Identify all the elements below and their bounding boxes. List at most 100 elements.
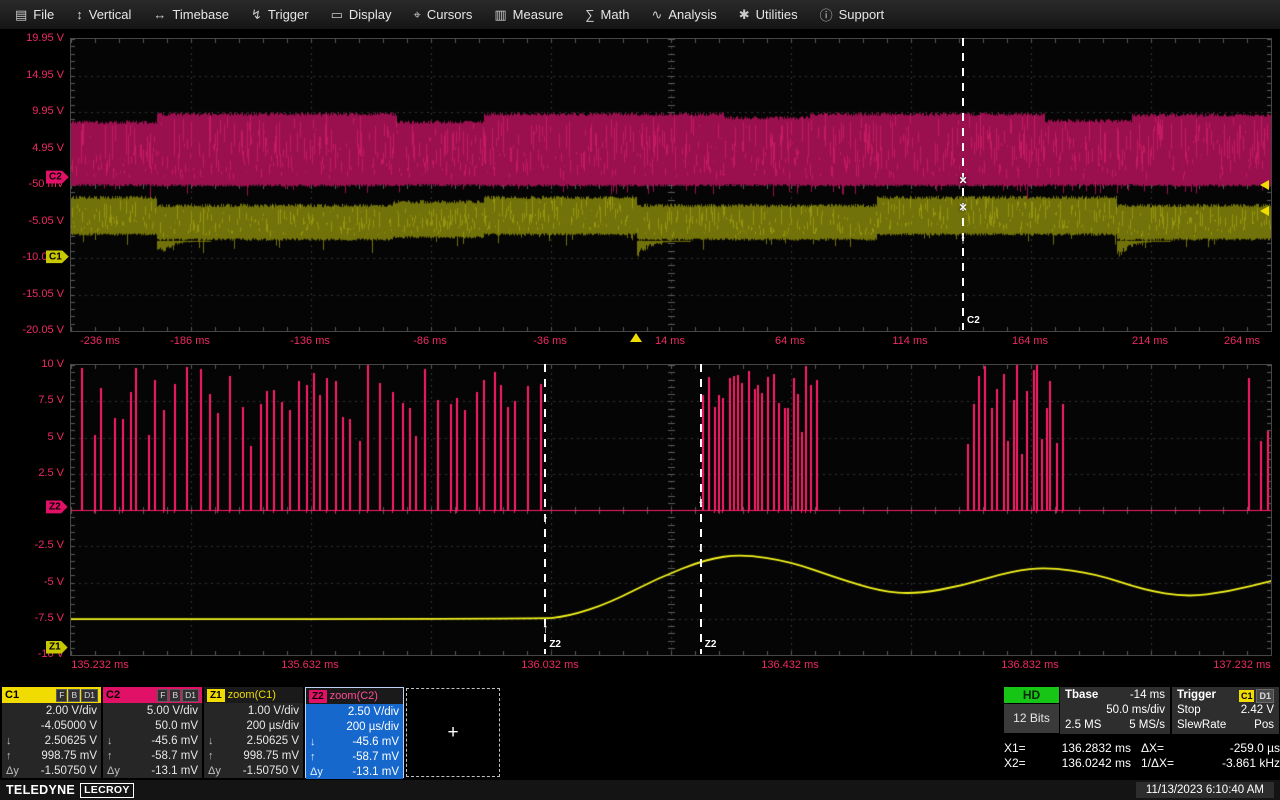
menu-item-vertical[interactable]: ↕Vertical <box>65 2 142 27</box>
utilities-icon: ✱ <box>739 7 750 23</box>
delta-y-label: Δy <box>310 766 323 778</box>
z2-delta-y-value: -13.1 mV <box>352 766 399 778</box>
menu-item-measure[interactable]: ▥Measure <box>483 2 574 28</box>
y-axis-label: 5 V <box>0 431 64 443</box>
z1-source: zoom(C1) <box>228 689 276 701</box>
timebase-box[interactable]: Tbase-14 ms 50.0 ms/div 2.5 MS5 MS/s <box>1060 687 1170 734</box>
x-axis-label: 136.432 ms <box>761 659 818 671</box>
cursor-readout: X1= 136.2832 ms ΔX= -259.0 µs X2= 136.02… <box>1004 741 1280 771</box>
y-axis-label: 7.5 V <box>0 394 64 406</box>
tbase-delay: -14 ms <box>1130 688 1165 703</box>
z1-time-per-div: 200 µs/div <box>246 720 299 732</box>
menu-item-utilities[interactable]: ✱Utilities <box>728 2 809 28</box>
menu-item-display[interactable]: ▭Display <box>320 2 403 28</box>
badge-group: F B D1 <box>56 689 98 702</box>
x-axis-label: 136.032 ms <box>521 659 578 671</box>
cursor-label: Z2 <box>705 639 717 650</box>
c2-cursor-up-value: -58.7 mV <box>151 750 198 762</box>
badge-b: B <box>169 689 181 702</box>
channel-tag-z2[interactable]: Z2 <box>46 500 68 513</box>
cursor-marker: ↑ <box>542 512 549 527</box>
menu-item-label: Support <box>839 7 885 22</box>
cursor-marker: ↑ <box>960 232 967 247</box>
descriptor-body-z1: 1.00 V/div 200 µs/div ↓2.50625 V ↑998.75… <box>204 703 303 778</box>
menu-item-trigger[interactable]: ↯ Trigger <box>240 2 320 28</box>
zoom-waveform-grid[interactable] <box>70 364 1272 656</box>
menu-item-label: Trigger <box>268 7 309 22</box>
math-icon: ∑ <box>585 7 594 22</box>
oscilloscope-screen: ▤File↕Vertical↔Timebase↯Trigger▭Display⌖… <box>0 0 1280 800</box>
c1-delta-y-value: -1.50750 V <box>41 765 97 777</box>
badge-b: B <box>68 689 80 702</box>
tbase-label: Tbase <box>1065 688 1098 703</box>
descriptor-box-c1[interactable]: C1 F B D1 2.00 V/div -4.05000 V ↓2.50625… <box>2 687 101 778</box>
menu-item-label: Timebase <box>172 7 229 22</box>
trigger-mode: Stop <box>1177 703 1201 718</box>
cursor-down-icon: ↓ <box>310 736 316 748</box>
z2-cursor-up-value: -58.7 mV <box>352 751 399 763</box>
zoom-label-z1: Z1 <box>207 689 225 702</box>
cursor-marker: ↓ <box>697 491 704 506</box>
tbase-per-div: 50.0 ms/div <box>1106 703 1165 718</box>
menu-item-label: Math <box>601 7 630 22</box>
menu-item-label: Vertical <box>89 7 132 22</box>
menu-item-timebase[interactable]: ↔Timebase <box>142 2 240 27</box>
descriptor-box-z1[interactable]: Z1 zoom(C1) 1.00 V/div 200 µs/div ↓2.506… <box>204 687 303 778</box>
x1-label: X1= <box>1004 741 1036 756</box>
trigger-badges: C1 D1 <box>1239 688 1274 703</box>
hd-bits: 12 Bits <box>1004 704 1059 733</box>
x-axis-label: -186 ms <box>170 335 210 347</box>
datetime: 11/13/2023 6:10:40 AM <box>1136 782 1274 798</box>
cursor-line-z2[interactable] <box>700 364 702 654</box>
cursor-up-icon: ↑ <box>6 750 12 762</box>
x-axis-label: 214 ms <box>1132 335 1168 347</box>
analysis-icon: ∿ <box>651 7 662 23</box>
badge-d1: D1 <box>81 689 98 702</box>
trigger-label: Trigger <box>1177 688 1216 703</box>
cursor-up-icon: ↑ <box>208 750 214 762</box>
badge-f: F <box>56 689 67 702</box>
x-axis-label: 114 ms <box>892 335 927 347</box>
hd-mode-box[interactable]: HD 12 Bits <box>1004 687 1059 733</box>
menu-item-analysis[interactable]: ∿Analysis <box>640 2 727 28</box>
delta-y-label: Δy <box>107 765 120 777</box>
y-axis-label: -7.5 V <box>0 612 64 624</box>
menu-item-cursors[interactable]: ⌖Cursors <box>403 2 484 28</box>
c2-delta-y-value: -13.1 mV <box>151 765 198 777</box>
trigger-box[interactable]: Trigger C1 D1 Stop2.42 V SlewRatePos <box>1172 687 1279 734</box>
channel-tag-c1[interactable]: C1 <box>46 250 69 263</box>
menu-item-support[interactable]: ⓘ Support <box>809 0 896 29</box>
trigger-level-marker <box>1260 180 1269 190</box>
support-info-icon: ⓘ <box>820 5 833 24</box>
x-axis-label: -86 ms <box>413 335 447 347</box>
delta-y-label: Δy <box>208 765 221 777</box>
add-trace-button[interactable]: + <box>406 688 500 777</box>
z2-time-per-div: 200 µs/div <box>346 721 399 733</box>
c2-cursor-down-value: -45.6 mV <box>151 735 198 747</box>
menu-item-math[interactable]: ∑ Math <box>574 2 640 27</box>
badge-group: F B D1 <box>157 689 199 702</box>
hd-label: HD <box>1004 687 1059 703</box>
brand-lecroy: LECROY <box>80 783 134 798</box>
descriptor-box-z2[interactable]: Z2 zoom(C2) 2.50 V/div 200 µs/div ↓-45.6… <box>305 687 404 778</box>
cursors-icon: ⌖ <box>414 7 421 23</box>
cursor-label: C2 <box>967 315 980 326</box>
channel-tag-z1[interactable]: Z1 <box>46 641 68 654</box>
brand-logo: TELEDYNE LECROY <box>6 783 134 798</box>
y-axis-label: -5 V <box>0 576 64 588</box>
descriptor-box-c2[interactable]: C2 F B D1 5.00 V/div 50.0 mV ↓-45.6 mV ↑… <box>103 687 202 778</box>
c2-volts-per-div: 5.00 V/div <box>147 705 198 717</box>
channel-tag-c2[interactable]: C2 <box>46 171 69 184</box>
cursor-down-icon: ↓ <box>6 735 12 747</box>
x2-value: 136.0242 ms <box>1036 756 1131 771</box>
y-axis-label: 2.5 V <box>0 467 64 479</box>
main-waveform-grid[interactable] <box>70 38 1272 332</box>
display-icon: ▭ <box>331 7 343 23</box>
trigger-icon: ↯ <box>251 7 262 23</box>
descriptor-header-c2: C2 F B D1 <box>103 687 202 703</box>
menu-item-file[interactable]: ▤File <box>4 2 65 28</box>
x-axis-label: 135.232 ms <box>71 659 128 671</box>
cursor-line-z2[interactable] <box>544 364 546 654</box>
x1-value: 136.2832 ms <box>1036 741 1131 756</box>
tbase-samples: 2.5 MS <box>1065 718 1101 733</box>
